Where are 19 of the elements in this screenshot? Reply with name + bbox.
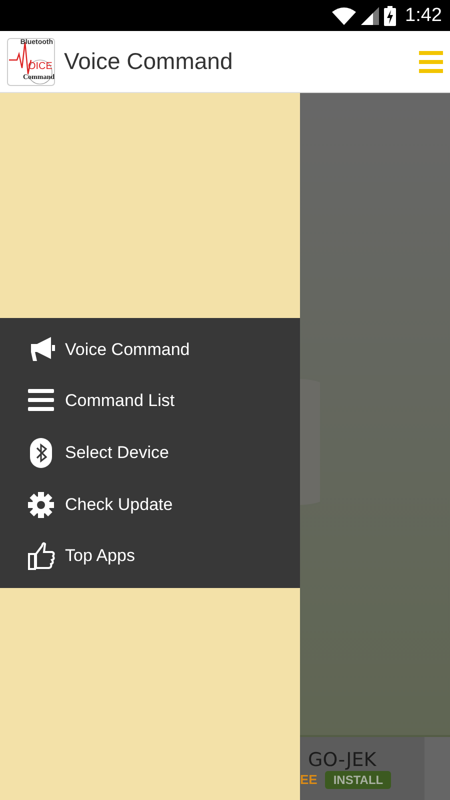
- clock-time: 1:42: [405, 4, 442, 26]
- bluetooth-icon: [27, 438, 55, 468]
- price-label: EE: [300, 772, 318, 787]
- menu-icon: [419, 50, 443, 72]
- install-button[interactable]: INSTALL: [325, 770, 392, 788]
- app-title: Voice Command: [64, 48, 234, 75]
- wifi-icon: [332, 6, 356, 24]
- menu-item[interactable]: Command List: [0, 376, 300, 428]
- menu-item[interactable]: Check Update: [0, 478, 300, 530]
- menu-item[interactable]: Top Apps: [0, 530, 300, 582]
- battery-icon: [384, 6, 396, 26]
- menu-button[interactable]: [419, 50, 443, 72]
- thumbs-up-icon: [27, 541, 55, 572]
- menu-item[interactable]: Select Device: [0, 427, 300, 479]
- gear-icon: [27, 490, 55, 520]
- app-name: GO-JEK: [308, 748, 378, 770]
- signal-icon: [361, 6, 380, 24]
- menu-item[interactable]: Voice Command: [0, 324, 300, 376]
- app-logo: [7, 38, 55, 86]
